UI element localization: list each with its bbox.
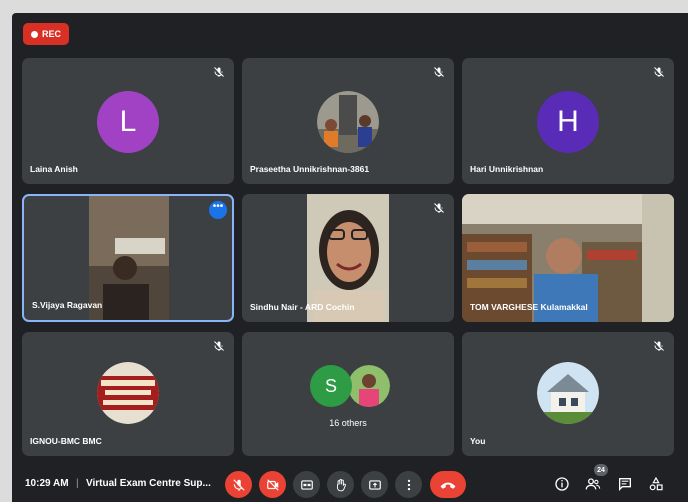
raise-hand-button[interactable] — [327, 471, 354, 498]
mic-toggle-button[interactable] — [225, 471, 252, 498]
participant-tile-sindhu[interactable]: Sindhu Nair - ARD Cochin — [242, 194, 454, 322]
present-button[interactable] — [361, 471, 388, 498]
more-options-button[interactable] — [395, 471, 422, 498]
meeting-title[interactable]: Virtual Exam Centre Sup... — [86, 478, 211, 489]
participant-tile-ignou[interactable]: IGNOU-BMC BMC — [22, 332, 234, 456]
participant-tile-praseetha[interactable]: Praseetha Unnikrishnan-3861 — [242, 58, 454, 184]
avatar-initial: L — [119, 105, 137, 138]
camera-toggle-button[interactable] — [259, 471, 286, 498]
mic-off-icon — [434, 203, 444, 213]
participant-name: S.Vijaya Ragavan — [32, 300, 103, 310]
participant-tile-hari[interactable]: H Hari Unnikrishnan — [462, 58, 674, 184]
mic-off-icon — [654, 67, 664, 77]
participant-tile-you[interactable]: You — [462, 332, 674, 456]
participant-name: Praseetha Unnikrishnan-3861 — [250, 164, 370, 174]
activities-icon[interactable] — [648, 476, 664, 492]
participant-tile-tom[interactable]: TOM VARGHESE Kulamakkal — [462, 194, 674, 322]
mic-off-icon — [232, 478, 245, 491]
camera-off-icon — [266, 478, 279, 491]
participant-name: TOM VARGHESE Kulamakkal — [470, 302, 588, 312]
others-avatar-photo — [348, 365, 390, 407]
mic-off-icon — [214, 67, 224, 77]
meeting-time: 10:29 AM — [25, 478, 69, 489]
college-logo — [97, 362, 159, 424]
meeting-info-icon[interactable] — [554, 476, 570, 492]
avatar-initial: H — [557, 105, 579, 138]
more-options-icon[interactable]: ••• — [209, 201, 227, 219]
participant-name: Hari Unnikrishnan — [470, 164, 544, 174]
avatar-initial: S — [324, 375, 337, 396]
participant-name: Laina Anish — [30, 164, 78, 174]
participant-tile-laina[interactable]: L Laina Anish — [22, 58, 234, 184]
mic-off-icon — [434, 67, 444, 77]
leave-call-button[interactable] — [430, 471, 466, 498]
others-count: 16 others — [329, 418, 367, 428]
people-icon[interactable] — [585, 476, 601, 492]
hand-icon — [336, 478, 346, 491]
captions-button[interactable] — [293, 471, 320, 498]
avatar-photo — [317, 91, 379, 153]
participant-tile-vijaya[interactable]: ••• S.Vijaya Ragavan — [22, 194, 234, 322]
more-vert-icon — [407, 479, 410, 490]
people-count-badge: 24 — [594, 464, 608, 476]
others-avatar: S — [310, 365, 352, 407]
avatar-photo — [537, 362, 599, 424]
recording-label: REC — [41, 29, 61, 39]
avatar: H — [537, 91, 599, 153]
others-tile[interactable]: S 16 others — [242, 332, 454, 456]
participant-name: Sindhu Nair - ARD Cochin — [250, 302, 355, 312]
participant-name: You — [470, 436, 486, 446]
avatar: L — [97, 91, 159, 153]
participant-name: IGNOU-BMC BMC — [30, 436, 102, 446]
chat-icon[interactable] — [617, 476, 633, 492]
hang-up-icon — [440, 482, 456, 489]
recording-badge: REC — [23, 23, 69, 45]
separator: | — [76, 478, 79, 489]
mic-off-icon — [654, 341, 664, 351]
present-screen-icon — [368, 479, 381, 490]
mic-off-icon — [214, 341, 224, 351]
captions-icon — [300, 479, 313, 490]
record-dot-icon — [30, 30, 38, 38]
